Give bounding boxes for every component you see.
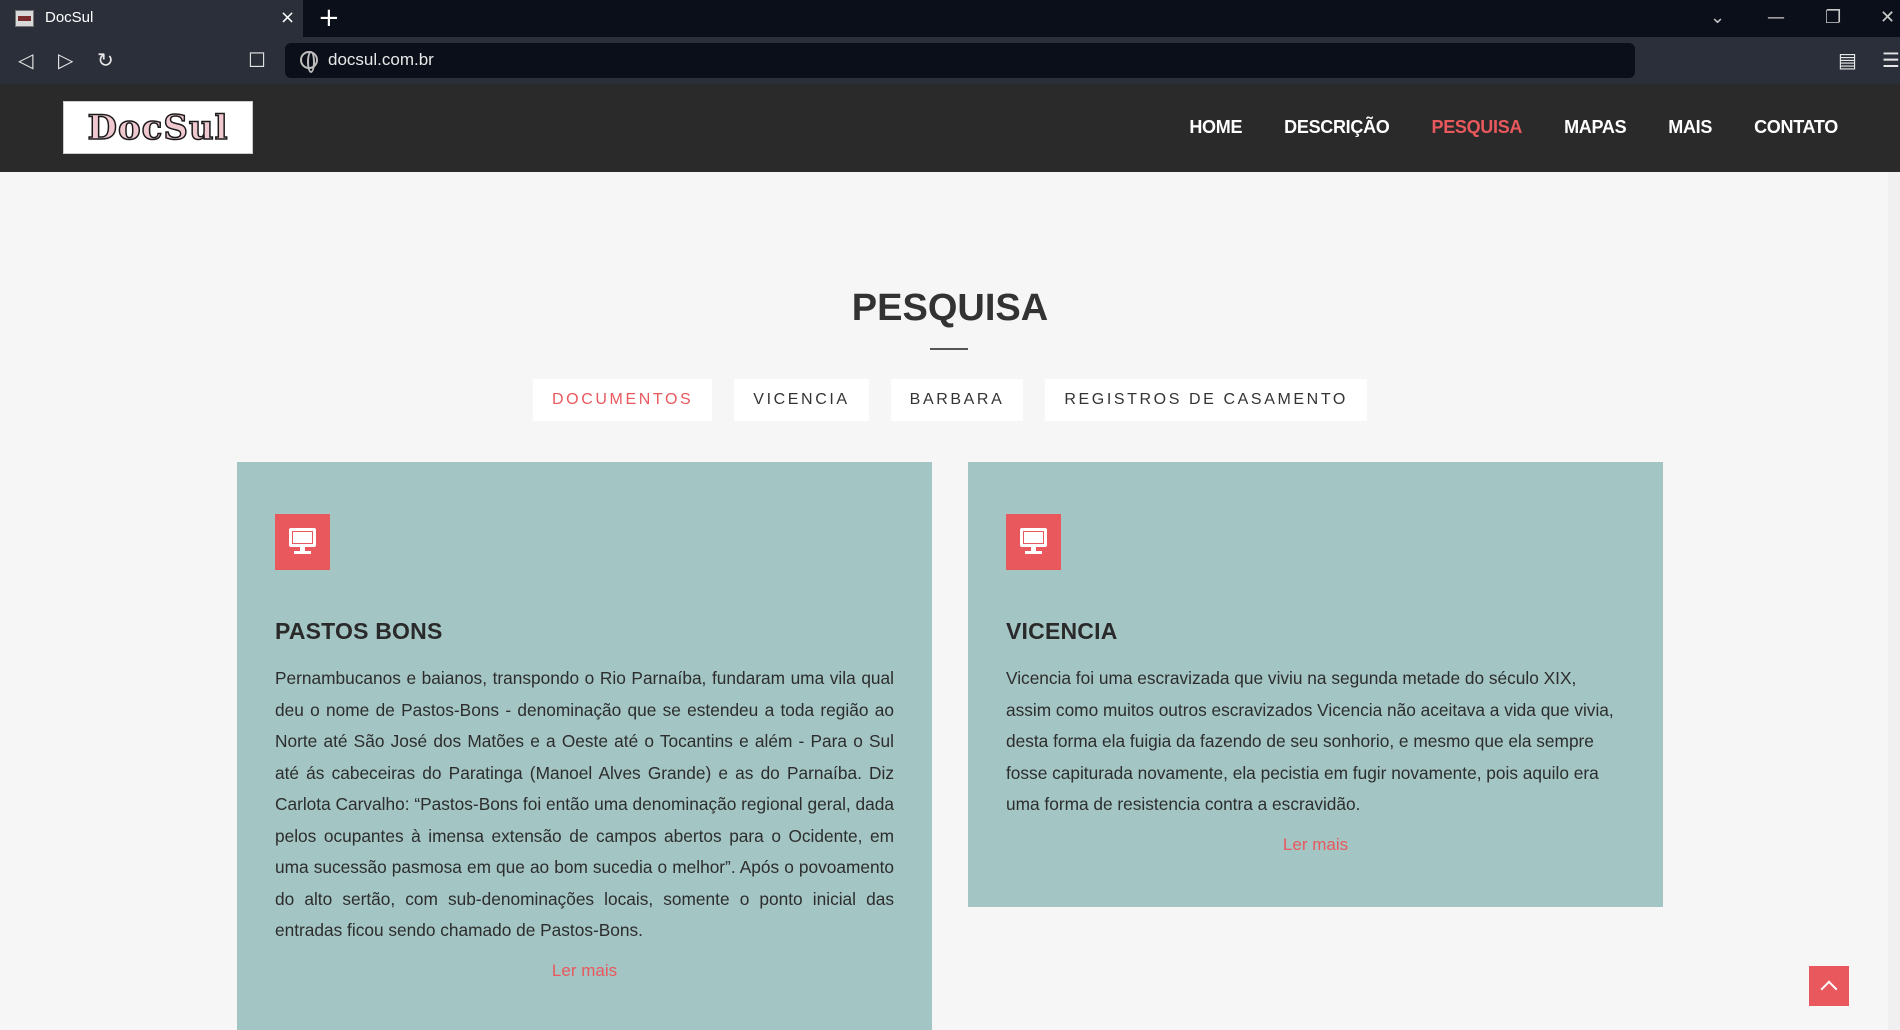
browser-tab[interactable]: DocSul × <box>0 0 303 37</box>
nav-pesquisa[interactable]: PESQUISA <box>1431 117 1522 138</box>
filter-vicencia[interactable]: VICENCIA <box>734 379 869 421</box>
reload-icon[interactable]: ↻ <box>97 47 114 73</box>
section-title: PESQUISA <box>851 287 1049 329</box>
bookmark-icon[interactable]: ☐ <box>248 47 266 73</box>
filter-registros-de-casamento[interactable]: REGISTROS DE CASAMENTO <box>1045 379 1367 421</box>
browser-tab-bar: DocSul × + ⌄ — ❐ ✕ <box>0 0 1900 37</box>
card-text: Pernambucanos e baianos, transpondo o Ri… <box>275 668 894 940</box>
nav-mais[interactable]: MAIS <box>1668 117 1712 138</box>
globe-icon <box>300 51 318 73</box>
tab-list-chevron-icon[interactable]: ⌄ <box>1710 6 1725 30</box>
back-to-top-button[interactable] <box>1809 966 1849 1006</box>
tab-title: DocSul <box>45 9 94 26</box>
site-header: DocSul HOME DESCRIÇÃO PESQUISA MAPAS MAI… <box>0 84 1900 172</box>
forward-icon[interactable]: ▷ <box>58 47 73 73</box>
card-title: PASTOS BONS <box>275 618 443 644</box>
new-tab-icon[interactable]: + <box>318 4 340 32</box>
card-pastos-bons: PASTOS BONS Pernambucanos e baianos, tra… <box>237 462 932 1030</box>
chevron-up-icon <box>1820 980 1838 998</box>
nav-contato[interactable]: CONTATO <box>1754 117 1838 138</box>
read-more-link[interactable]: Ler mais <box>1006 835 1625 855</box>
back-icon[interactable]: ◁ <box>18 47 33 73</box>
desktop-icon <box>1006 514 1061 570</box>
filter-barbara[interactable]: BARBARA <box>890 379 1024 421</box>
card-vicencia: VICENCIA Vicencia foi uma escravizada qu… <box>968 462 1663 907</box>
browser-toolbar: ◁ ▷ ↻ ☐ docsul.com.br ▤ ☰ <box>0 37 1900 84</box>
card-title: VICENCIA <box>1006 618 1118 644</box>
read-more-link[interactable]: Ler mais <box>275 961 894 981</box>
desktop-icon <box>275 514 330 570</box>
site-logo[interactable]: DocSul <box>63 101 253 154</box>
tab-close-icon[interactable]: × <box>280 7 295 29</box>
restore-icon[interactable]: ❐ <box>1825 6 1841 30</box>
address-bar[interactable]: docsul.com.br <box>285 43 1635 78</box>
main-navigation: HOME DESCRIÇÃO PESQUISA MAPAS MAIS CONTA… <box>1189 117 1838 138</box>
menu-icon[interactable]: ☰ <box>1882 47 1900 73</box>
minimize-icon[interactable]: — <box>1767 6 1785 30</box>
card-text: Vicencia foi uma escravizada que viviu n… <box>1006 668 1614 814</box>
filter-bar: DOCUMENTOS VICENCIA BARBARA REGISTROS DE… <box>0 379 1900 421</box>
nav-descricao[interactable]: DESCRIÇÃO <box>1284 117 1390 138</box>
title-divider <box>930 348 968 350</box>
site-favicon-icon <box>15 10 34 27</box>
filter-documentos[interactable]: DOCUMENTOS <box>533 379 713 421</box>
wallet-icon[interactable]: ▤ <box>1838 47 1857 73</box>
page-scrollbar[interactable] <box>1888 172 1900 1030</box>
close-window-icon[interactable]: ✕ <box>1880 6 1895 30</box>
nav-home[interactable]: HOME <box>1189 117 1242 138</box>
logo-text: DocSul <box>87 107 229 149</box>
url-text[interactable]: docsul.com.br <box>328 50 434 70</box>
nav-mapas[interactable]: MAPAS <box>1564 117 1626 138</box>
